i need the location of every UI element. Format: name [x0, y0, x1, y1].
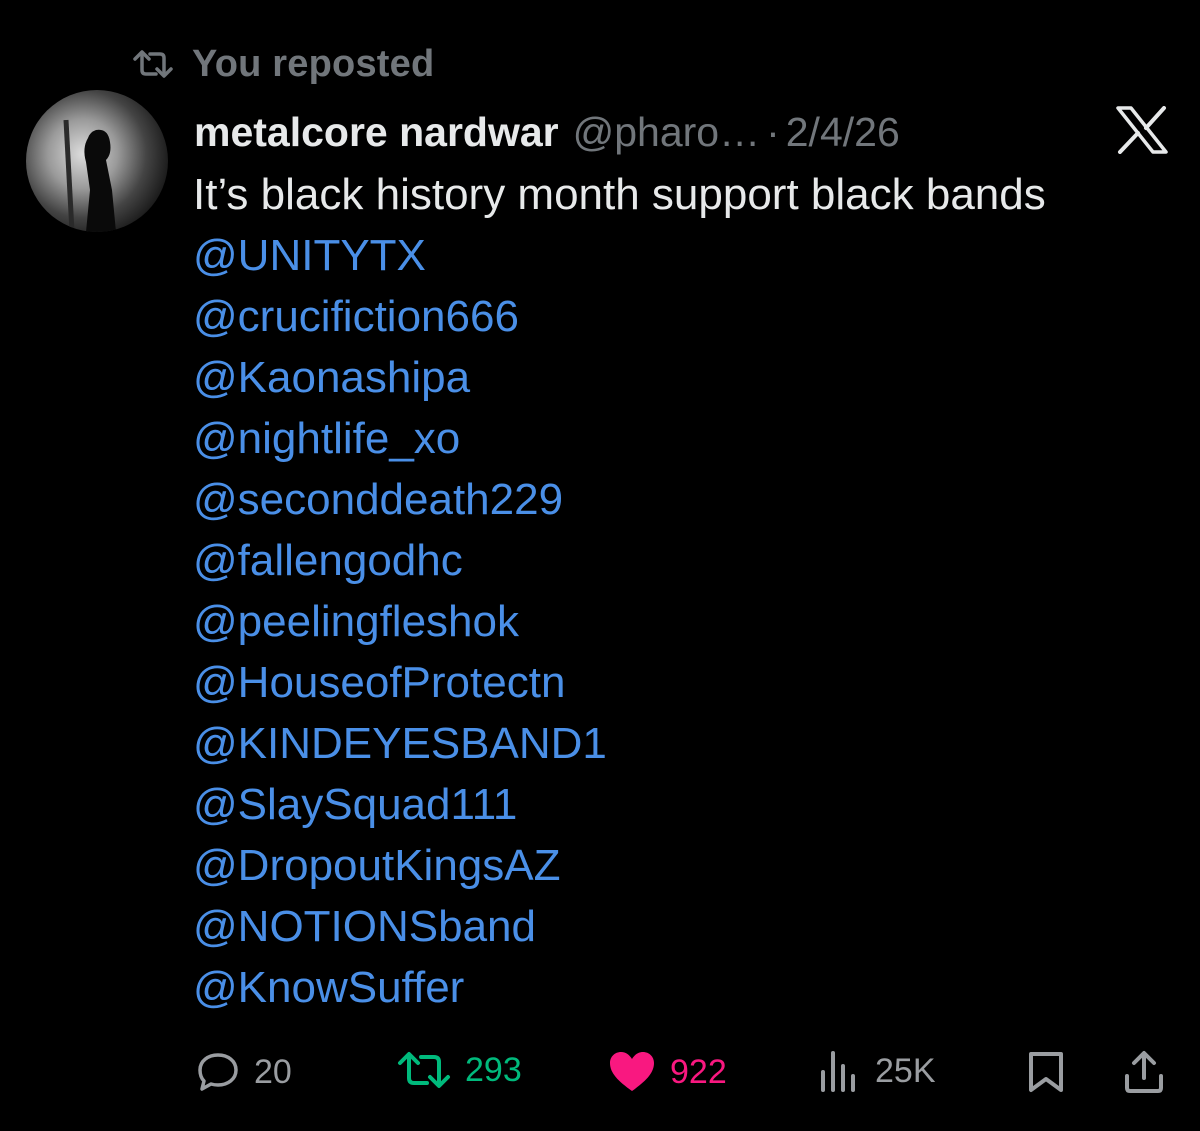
reply-count: 20	[254, 1052, 292, 1091]
mention-link[interactable]: @seconddeath229	[193, 469, 1046, 530]
share-button[interactable]	[1122, 1050, 1166, 1094]
mention-link[interactable]: @UNITYTX	[193, 225, 1046, 286]
views-button[interactable]: 25K	[817, 1050, 936, 1092]
author-name[interactable]: metalcore nardwar	[194, 109, 559, 156]
avatar-figure	[63, 119, 116, 232]
mention-link[interactable]: @NOTIONSband	[193, 896, 1046, 957]
views-chart-icon	[821, 1051, 855, 1092]
mention-link[interactable]: @SlaySquad111	[193, 774, 1046, 835]
mention-link[interactable]: @peelingfleshok	[193, 591, 1046, 652]
tweet-header: metalcore nardwar @pharo… · 2/4/26	[194, 104, 900, 160]
mention-link[interactable]: @fallengodhc	[193, 530, 1046, 591]
date-separator: ·	[766, 108, 780, 155]
mention-link[interactable]: @KnowSuffer	[193, 957, 1046, 1018]
repost-icon	[133, 50, 173, 78]
mention-link[interactable]: @DropoutKingsAZ	[193, 835, 1046, 896]
repost-banner: You reposted	[132, 40, 434, 88]
author-handle[interactable]: @pharo…	[573, 109, 760, 156]
repost-icon	[398, 1052, 450, 1088]
repost-count: 293	[465, 1050, 522, 1089]
mention-link[interactable]: @HouseofProtectn	[193, 652, 1046, 713]
reply-button[interactable]: 20	[196, 1050, 292, 1094]
avatar[interactable]	[26, 90, 168, 232]
mention-link[interactable]: @KINDEYESBAND1	[193, 713, 1046, 774]
tweet-body-line: It’s black history month support black b…	[193, 170, 1046, 219]
mention-link[interactable]: @Kaonashipa	[193, 347, 1046, 408]
action-bar: 20 293 922 25K	[0, 1042, 1200, 1102]
mention-link[interactable]: @crucifiction666	[193, 286, 1046, 347]
x-logo-icon	[1116, 106, 1168, 154]
repost-banner-label: You reposted	[192, 42, 435, 85]
tweet-text: It’s black history month support black b…	[193, 164, 1046, 1018]
like-count: 922	[670, 1052, 727, 1091]
bookmark-icon	[1029, 1052, 1063, 1092]
share-icon	[1125, 1051, 1163, 1093]
heart-icon	[610, 1052, 654, 1091]
reply-icon	[198, 1053, 238, 1091]
mention-link[interactable]: @nightlife_xo	[193, 408, 1046, 469]
bookmark-button[interactable]	[1026, 1050, 1066, 1094]
tweet-date[interactable]: 2/4/26	[786, 109, 900, 156]
repost-button[interactable]: 293	[397, 1050, 522, 1090]
like-button[interactable]: 922	[608, 1050, 727, 1094]
view-count: 25K	[875, 1051, 936, 1090]
